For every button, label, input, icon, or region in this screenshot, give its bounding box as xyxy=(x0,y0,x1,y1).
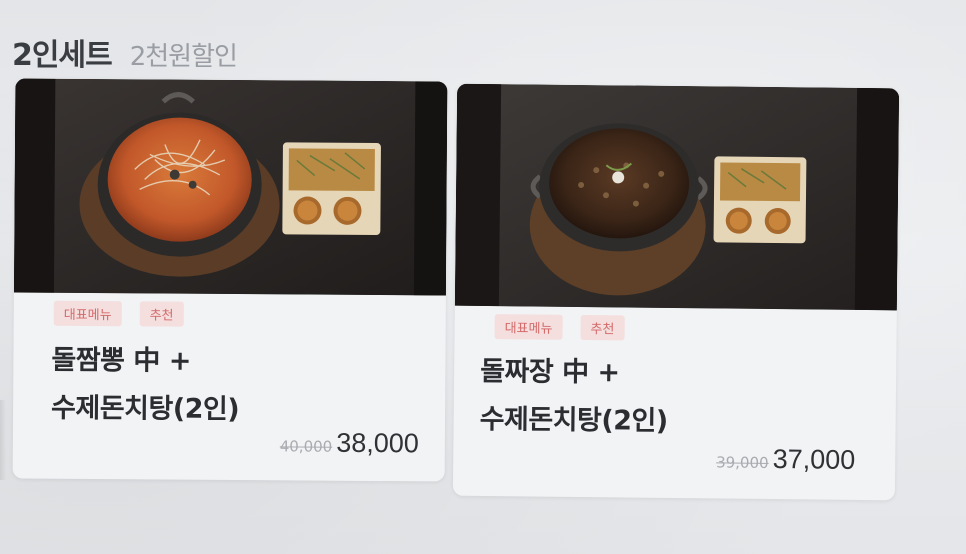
menu-image-jjajang xyxy=(454,83,900,311)
section-header: 2인세트 2천원할인 xyxy=(12,30,238,74)
tag-signature-menu: 대표메뉴 xyxy=(494,314,563,340)
sale-price: 37,000 xyxy=(772,444,856,475)
section-subtitle: 2천원할인 xyxy=(129,42,238,72)
jjajang-photo xyxy=(454,83,900,311)
tag-recommended: 추천 xyxy=(139,301,184,327)
menu-item-name-line2: 수제돈치탕(2인) xyxy=(479,403,668,437)
original-price: 39,000 xyxy=(716,453,769,472)
menu-tags: 대표메뉴 추천 xyxy=(494,314,625,341)
screen-edge-shadow xyxy=(0,400,6,480)
menu-item-name-line1: 돌짬뽕 中 + xyxy=(51,344,191,377)
menu-item-name: 돌짬뽕 中 + 수제돈치탕(2인) xyxy=(51,337,240,434)
price-row: 40,000 38,000 xyxy=(280,427,419,459)
menu-image-jjamppong xyxy=(13,78,448,296)
original-price: 40,000 xyxy=(279,437,333,456)
price-row: 39,000 37,000 xyxy=(716,443,855,475)
menu-item-name-line1: 돌짜장 中 + xyxy=(479,355,620,389)
sale-price: 38,000 xyxy=(336,427,419,459)
tag-signature-menu: 대표메뉴 xyxy=(53,300,122,327)
tag-recommended: 추천 xyxy=(580,315,625,341)
menu-item-name: 돌짜장 中 + 수제돈치탕(2인) xyxy=(479,348,668,446)
menu-tags: 대표메뉴 추천 xyxy=(53,300,184,327)
menu-card-jjamppong[interactable]: 대표메뉴 추천 돌짬뽕 中 + 수제돈치탕(2인) 40,000 38,000 xyxy=(12,78,448,482)
section-title: 2인세트 xyxy=(12,38,113,73)
jjamppong-photo xyxy=(13,78,448,296)
menu-card-jjajang[interactable]: 대표메뉴 추천 돌짜장 中 + 수제돈치탕(2인) 39,000 37,000 xyxy=(452,83,900,501)
menu-item-name-line2: 수제돈치탕(2인) xyxy=(50,392,240,426)
